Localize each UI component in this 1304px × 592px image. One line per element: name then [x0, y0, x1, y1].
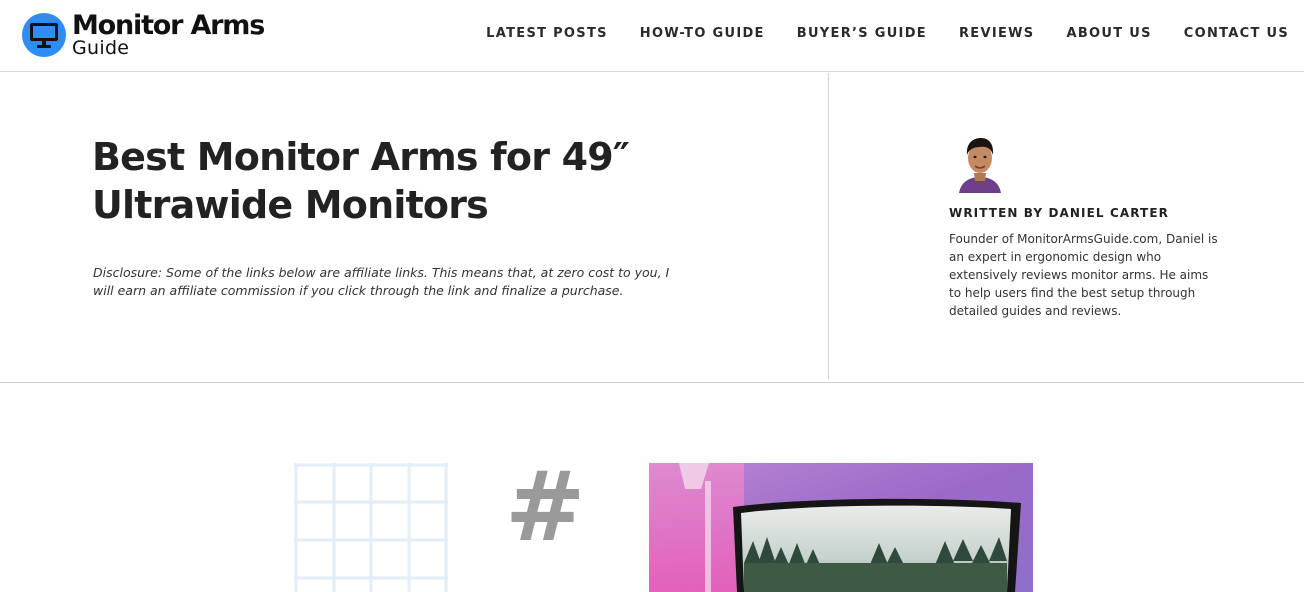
hash-graphic: #	[505, 451, 586, 563]
nav-how-to-guide[interactable]: HOW-TO GUIDE	[640, 24, 765, 44]
hero-divider	[828, 73, 829, 379]
author-label: WRITTEN BY DANIEL CARTER	[949, 206, 1169, 220]
site-header: Monitor Arms Guide LATEST POSTS HOW-TO G…	[0, 0, 1304, 72]
main-nav: LATEST POSTS HOW-TO GUIDE BUYER’S GUIDE …	[486, 24, 1289, 44]
site-logo[interactable]: Monitor Arms Guide	[22, 11, 272, 59]
logo-subtitle: Guide	[72, 37, 130, 59]
article-hero: Best Monitor Arms for 49″ Ultrawide Moni…	[0, 73, 1304, 383]
author-bio: Founder of MonitorArmsGuide.com, Daniel …	[949, 232, 1218, 318]
author-avatar	[955, 135, 1005, 193]
nav-latest-posts[interactable]: LATEST POSTS	[486, 24, 608, 44]
monitor-icon	[22, 13, 66, 57]
affiliate-disclosure: Disclosure: Some of the links below are …	[93, 265, 670, 298]
page-title: Best Monitor Arms for 49″ Ultrawide Moni…	[92, 135, 630, 227]
grid-graphic	[294, 463, 448, 592]
nav-buyers-guide[interactable]: BUYER’S GUIDE	[797, 24, 927, 44]
nav-reviews[interactable]: REVIEWS	[959, 24, 1034, 44]
nav-about-us[interactable]: ABOUT US	[1066, 24, 1151, 44]
nav-contact-us[interactable]: CONTACT US	[1184, 24, 1289, 44]
featured-image[interactable]	[649, 463, 1033, 592]
